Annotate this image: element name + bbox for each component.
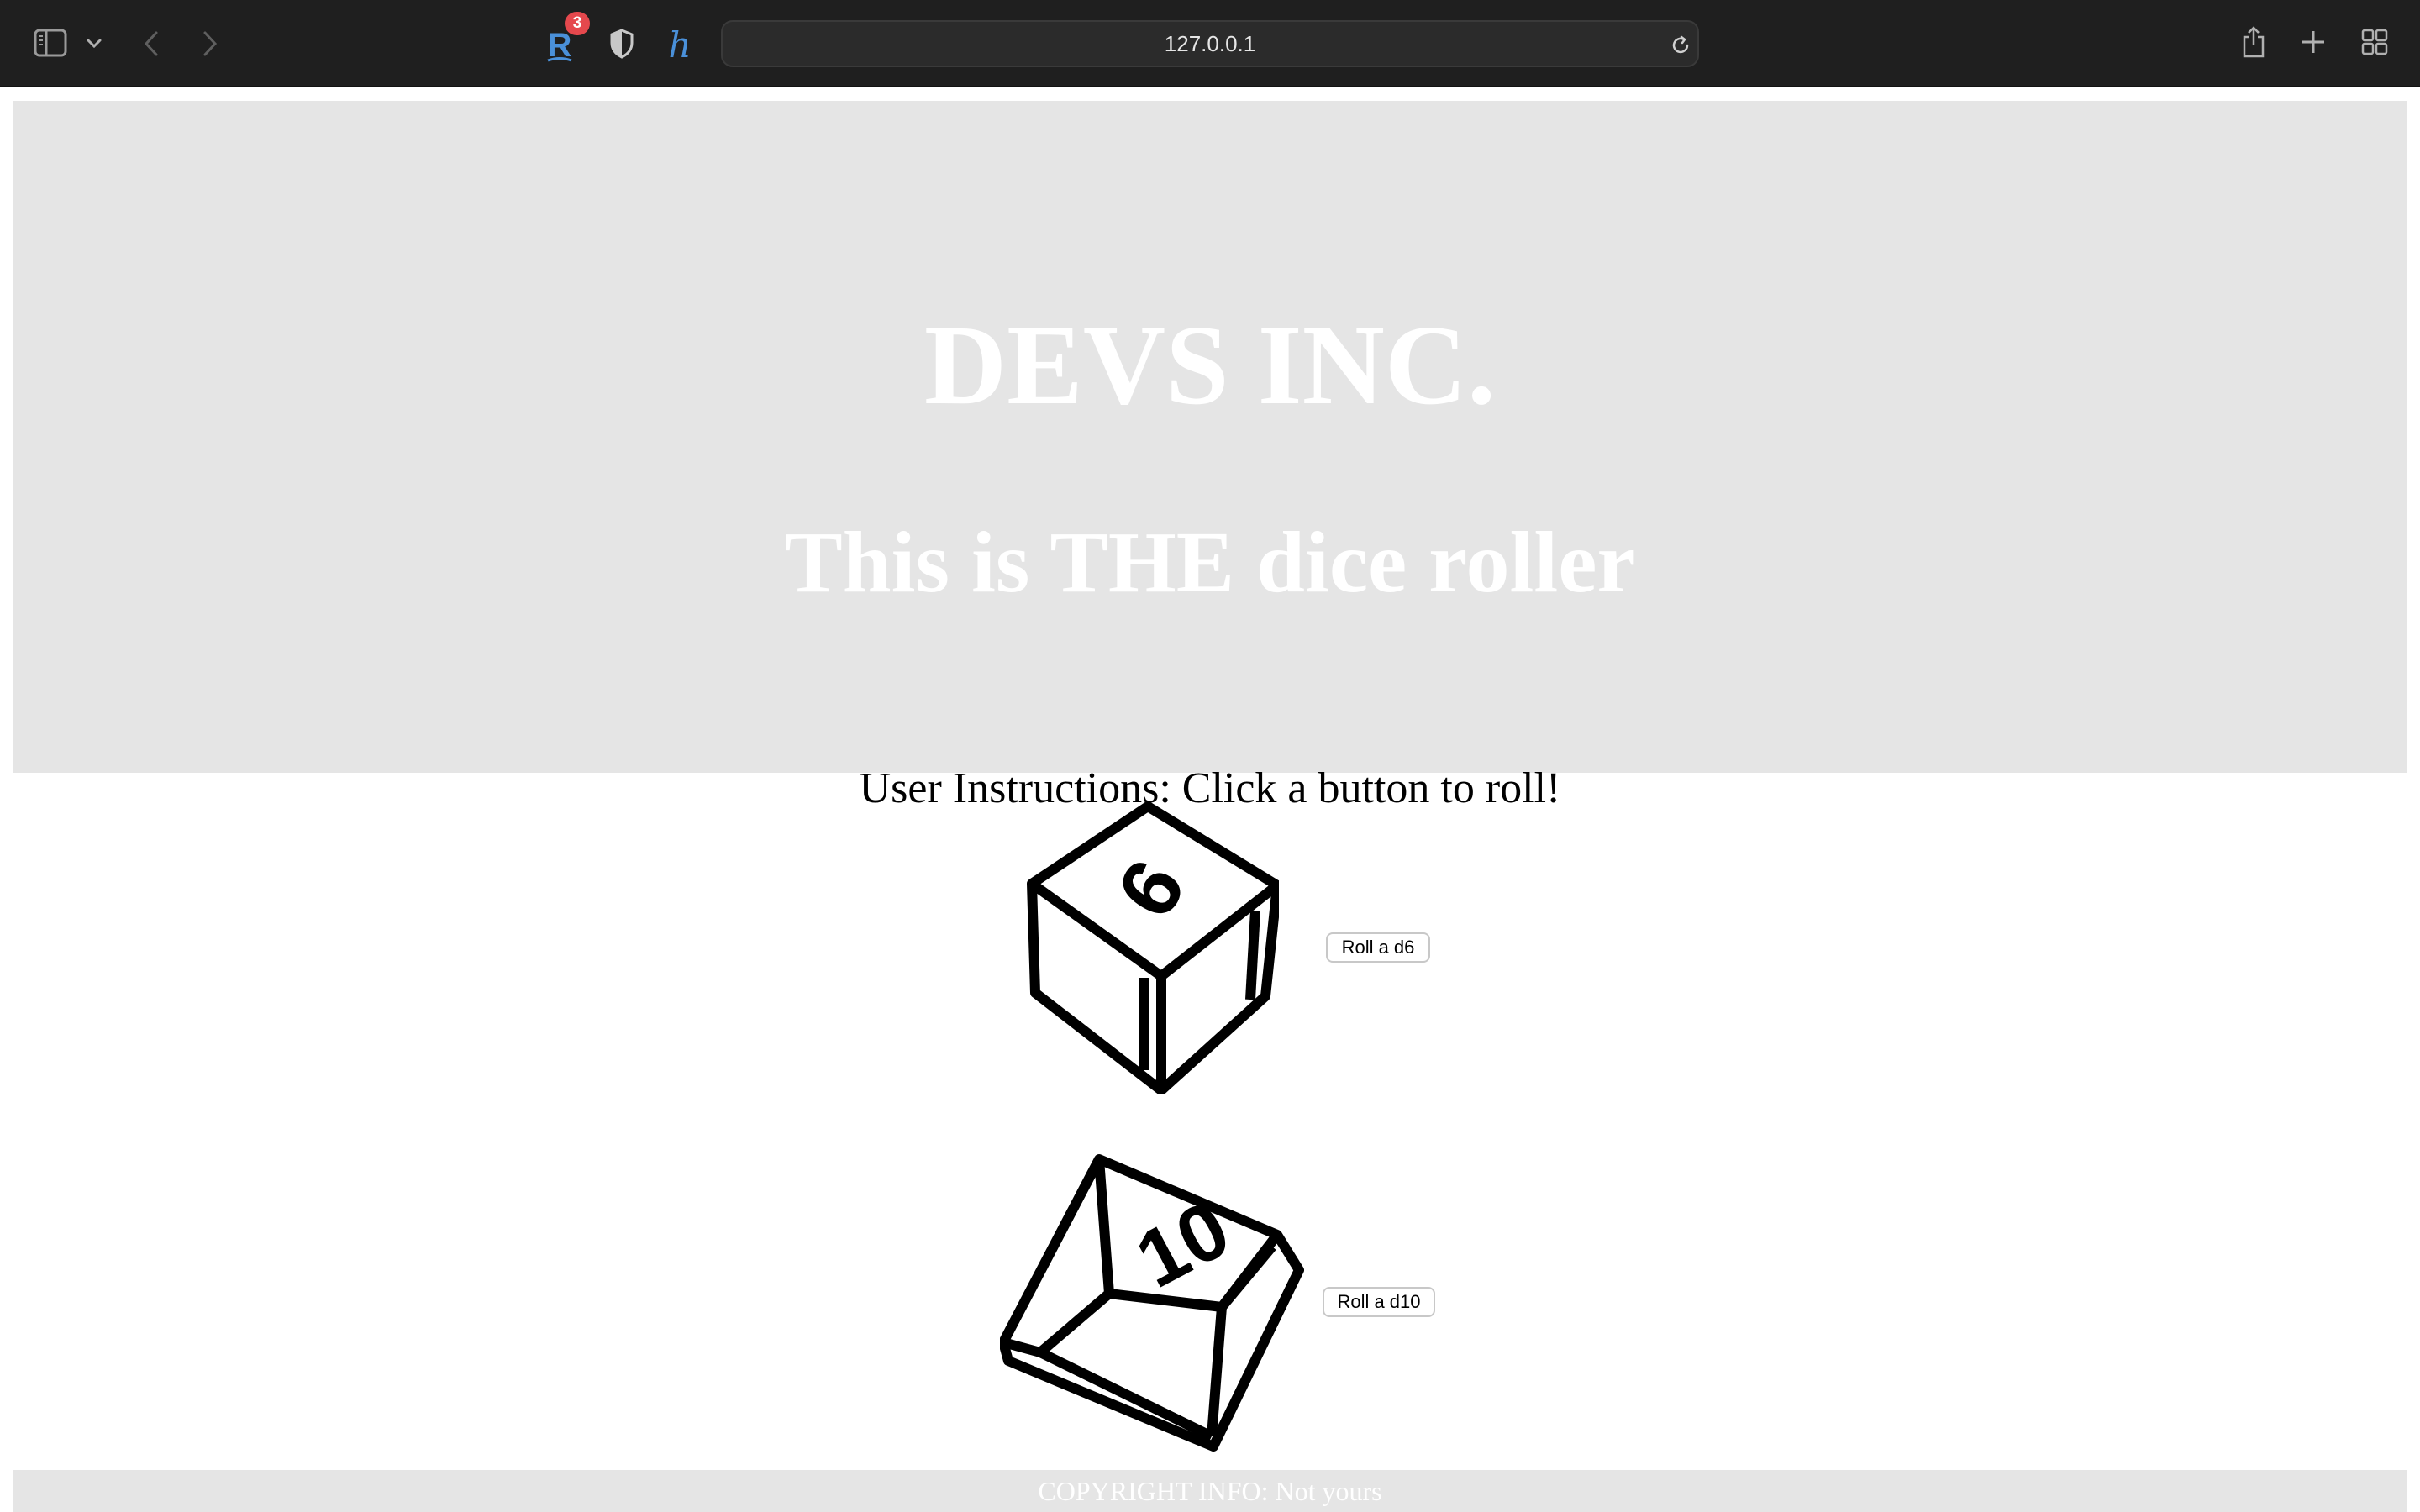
chevron-down-icon[interactable]	[84, 34, 104, 54]
honey-extension-icon[interactable]: h	[664, 24, 696, 64]
page-header: DEVS INC. This is THE dice roller User I…	[13, 101, 2407, 812]
roll-d10-button[interactable]: Roll a d10	[1323, 1287, 1435, 1317]
page-footer: COPYRIGHT INFO: Not yours	[13, 1470, 2407, 1512]
page-subtitle: This is THE dice roller	[784, 514, 1636, 611]
url-text[interactable]: 127.0.0.1	[723, 22, 1697, 66]
sidebar-icon[interactable]	[32, 27, 69, 59]
privacy-shield-icon[interactable]	[607, 27, 637, 60]
d10-die-icon: 10	[998, 1152, 1304, 1452]
d6-face-label: 6	[1099, 844, 1203, 934]
extension-badge: 3	[565, 12, 590, 35]
d6-die-icon: 6	[1027, 801, 1282, 1095]
browser-toolbar: R 3 h 127.0.0.1	[0, 0, 2420, 87]
share-icon[interactable]	[2238, 24, 2269, 60]
roll-d6-button[interactable]: Roll a d6	[1326, 932, 1430, 963]
forward-icon[interactable]	[198, 27, 222, 60]
reload-icon[interactable]	[1669, 34, 1692, 57]
address-bar[interactable]: 127.0.0.1	[721, 20, 1699, 67]
new-tab-icon[interactable]	[2299, 27, 2328, 57]
company-name: DEVS INC.	[923, 302, 1497, 428]
svg-text:h: h	[668, 25, 691, 62]
copyright-text: COPYRIGHT INFO: Not yours	[1038, 1476, 1382, 1506]
d10-face-label: 10	[1123, 1184, 1244, 1305]
tab-overview-icon[interactable]	[2360, 27, 2390, 57]
back-icon[interactable]	[139, 27, 163, 60]
